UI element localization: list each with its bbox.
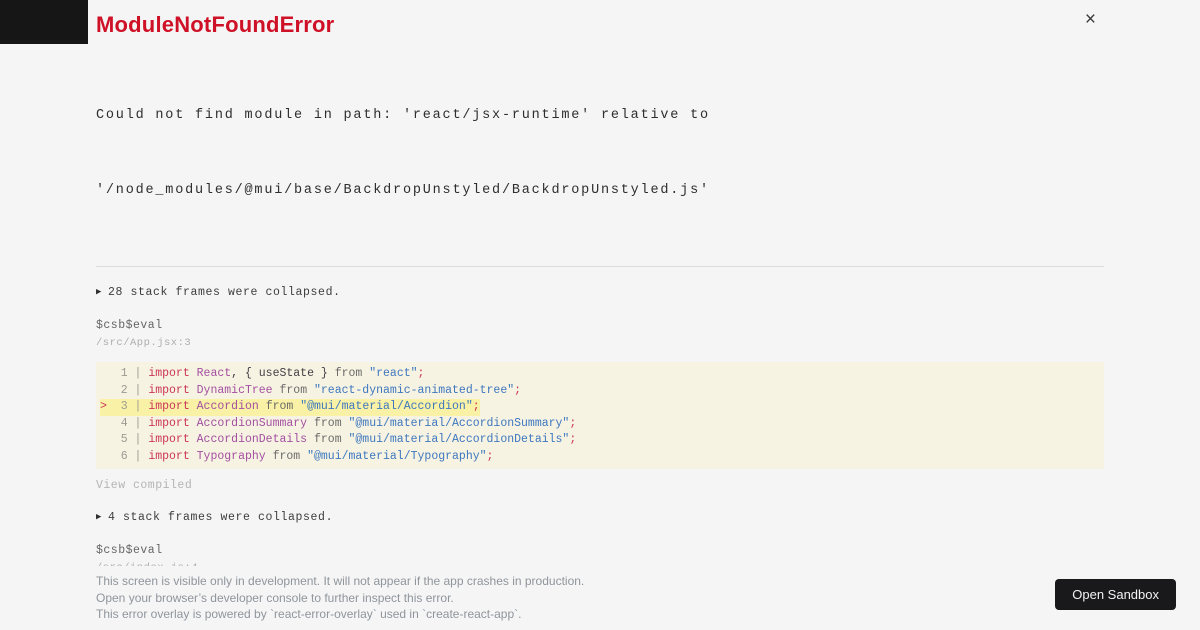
line-number: 2 | <box>113 383 149 397</box>
line-marker <box>100 417 114 430</box>
error-message-line: Could not find module in path: 'react/js… <box>96 108 710 123</box>
code-token: "@mui/material/AccordionDetails" <box>348 433 570 446</box>
code-token: "@mui/material/AccordionSummary" <box>348 416 570 430</box>
code-token: from <box>272 449 301 463</box>
frame-file-location: /src/App.jsx:3 <box>96 337 192 349</box>
frame-function-name: $csb$eval <box>96 544 163 557</box>
code-token: ; <box>569 416 577 430</box>
code-token: "react-dynamic-animated-tree" <box>314 383 515 397</box>
code-token: ; <box>514 383 522 397</box>
code-token: Accordion <box>196 400 259 413</box>
code-snippet: 1 | import React, { useState } from "rea… <box>96 362 1104 469</box>
line-number: 5 | <box>113 433 149 446</box>
footer-note-console: Open your browser’s developer console to… <box>96 590 454 605</box>
code-token: AccordionDetails <box>196 433 308 446</box>
line-marker <box>100 384 114 397</box>
code-token: AccordionSummary <box>196 416 308 430</box>
page-dark-corner <box>0 0 88 44</box>
line-number: 1 | <box>113 367 149 380</box>
code-token: DynamicTree <box>196 383 273 397</box>
code-token: , { useState } <box>231 367 335 380</box>
code-token: import <box>148 416 190 430</box>
code-line: > 3 | import Accordion from "@mui/materi… <box>100 399 480 416</box>
code-token: ; <box>417 367 425 380</box>
code-token: "react" <box>369 367 418 380</box>
code-token: Typography <box>196 449 266 463</box>
expand-arrow-icon: ▶ <box>96 287 103 297</box>
code-token: import <box>148 433 190 446</box>
error-message: Could not find module in path: 'react/js… <box>96 53 1104 253</box>
close-icon[interactable]: × <box>1085 10 1096 29</box>
code-line: 5 | import AccordionDetails from "@mui/m… <box>100 432 577 449</box>
stack-frame: ▶ 28 stack frames were collapsed. $csb$eva… <box>96 286 1104 492</box>
code-token: import <box>148 367 190 380</box>
code-token: ; <box>472 400 480 413</box>
view-compiled-link[interactable]: View compiled <box>96 479 192 492</box>
footer: This screen is visible only in developme… <box>0 566 1200 630</box>
footer-note-development: This screen is visible only in developme… <box>96 574 585 588</box>
line-marker <box>100 367 114 380</box>
code-token: from <box>279 383 308 397</box>
error-title: ModuleNotFoundError <box>96 12 335 37</box>
code-token: "@mui/material/Accordion" <box>300 400 473 413</box>
error-overlay: ModuleNotFoundError × Could not find mod… <box>96 0 1104 630</box>
line-marker: > <box>100 400 114 413</box>
collapsed-frames-toggle[interactable]: ▶ 28 stack frames were collapsed. <box>96 286 1104 299</box>
open-sandbox-button[interactable]: Open Sandbox <box>1055 579 1176 610</box>
error-message-line: '/node_modules/@mui/base/BackdropUnstyle… <box>96 183 710 198</box>
expand-arrow-icon: ▶ <box>96 512 103 522</box>
frame-function-name: $csb$eval <box>96 319 163 332</box>
line-marker <box>100 450 114 463</box>
code-token: ; <box>486 449 494 463</box>
line-marker <box>100 433 114 446</box>
code-token: from <box>313 433 342 446</box>
code-line: 6 | import Typography from "@mui/materia… <box>100 449 494 466</box>
code-token: ; <box>569 433 577 446</box>
code-token: import <box>148 449 190 463</box>
header-divider <box>96 266 1104 267</box>
line-number: 6 | <box>113 449 149 463</box>
code-token: import <box>148 383 190 397</box>
code-token: React <box>196 367 232 380</box>
code-token: from <box>265 400 294 413</box>
code-line: 1 | import React, { useState } from "rea… <box>100 366 425 383</box>
collapsed-frames-toggle[interactable]: ▶ 4 stack frames were collapsed. <box>96 511 1104 524</box>
code-line: 4 | import AccordionSummary from "@mui/m… <box>100 416 577 433</box>
code-token: "@mui/material/Typography" <box>307 449 487 463</box>
line-number: 3 | <box>113 400 149 413</box>
code-token: import <box>148 400 190 413</box>
code-line: 2 | import DynamicTree from "react-dynam… <box>100 383 521 400</box>
line-number: 4 | <box>113 416 149 430</box>
error-header: ModuleNotFoundError × <box>96 0 1104 38</box>
footer-note-overlay: This error overlay is powered by `react-… <box>96 607 522 622</box>
code-token: from <box>313 416 342 430</box>
code-token: from <box>334 367 363 380</box>
